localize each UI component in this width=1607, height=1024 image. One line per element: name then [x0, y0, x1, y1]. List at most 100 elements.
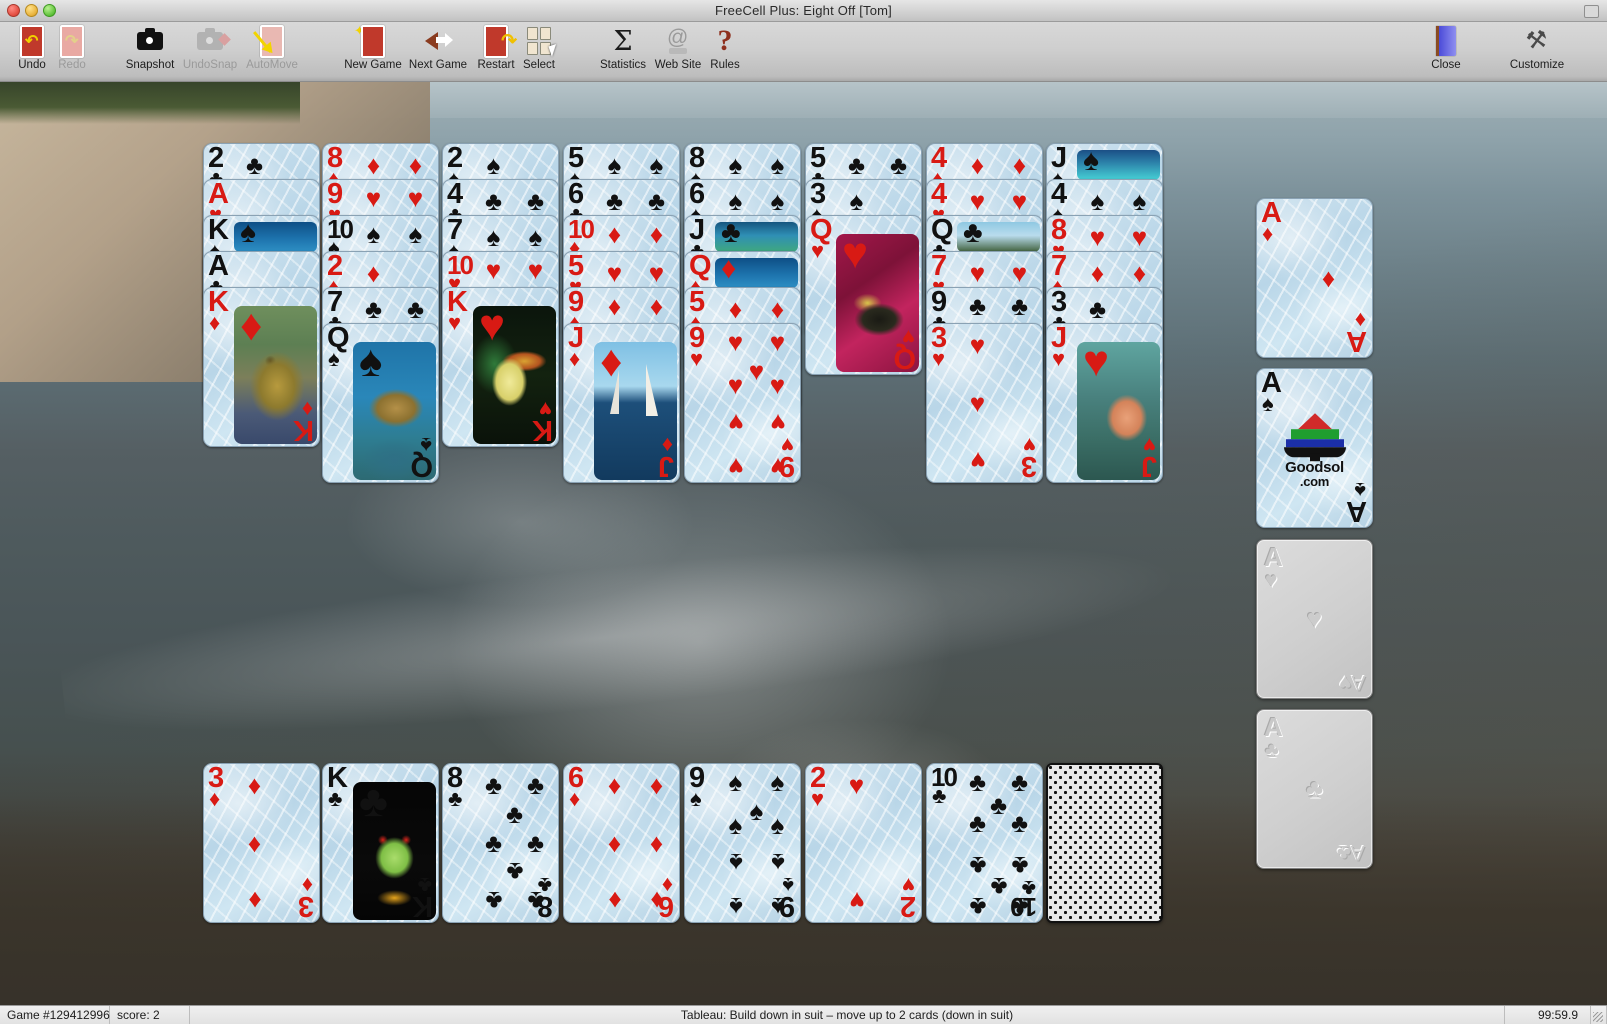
tableau-card-c5-6[interactable]: 9 ♥ ♥ ♥ ♥ ♥ ♥ ♥ ♥ ♥ ♥ 9 ♥ [684, 323, 801, 483]
resize-grip[interactable] [1591, 1005, 1607, 1024]
free-cell-8-empty[interactable] [1046, 763, 1163, 923]
card-pip: ♣ [605, 185, 624, 216]
foundation-pile-2[interactable]: A ♠ Goodsol .com A ♠ [1256, 368, 1373, 528]
card-corner-index: 6 ♦ [568, 763, 584, 811]
free-cell-4-card[interactable]: 6 ♦ ♦ ♦ ♦ ♦ ♦ ♦ 6 ♦ [563, 763, 680, 923]
foundation-pile-1[interactable]: A ♦ ♦ A ♦ [1256, 198, 1373, 358]
card-corner-index: J ♥ [1141, 433, 1157, 482]
card-pip: ♦ [728, 293, 743, 324]
card-corner-index: J ♦ [658, 433, 674, 482]
free-cell-5-card[interactable]: 9 ♠ ♠ ♠ ♠ ♠ ♠ ♠ ♠ ♠ ♠ 9 ♠ [684, 763, 801, 923]
toolbar-button-undosnap[interactable]: UndoSnap [178, 24, 242, 80]
tableau-card-c6-3[interactable]: Q ♥ ♥ Q ♥ [805, 215, 922, 375]
goodsol-logo: Goodsol .com [1278, 413, 1352, 489]
card-pip: ♣ [1010, 290, 1029, 321]
card-pip: ♣ [505, 798, 524, 829]
window-resize-button[interactable] [1584, 5, 1599, 18]
card-pip: ♣ [526, 769, 545, 800]
card-pip: ♦ [607, 828, 622, 858]
camera-icon [127, 24, 173, 58]
toolbar-button-new-game[interactable]: ✦ New Game [341, 24, 405, 80]
free-cell-6-card[interactable]: 2 ♥ ♥ ♥ 2 ♥ [805, 763, 922, 923]
card-center-pip: ♣ [359, 777, 388, 826]
card-pip: ♣ [968, 807, 987, 838]
card-corner-index: 9♥ [689, 323, 705, 371]
tableau-card-c1-5[interactable]: K ♦ ♦ K ♦ [203, 287, 320, 447]
card-corner-index: 6 ♦ [658, 873, 674, 922]
tableau-card-c7-6[interactable]: 3 ♥ ♥ ♥ ♥ 3 ♥ [926, 323, 1043, 483]
empty-slot-corner-icon: A♣ [1337, 841, 1365, 864]
card-pip: ♥ [365, 182, 382, 213]
card-corner-index: Q ♠ [411, 433, 433, 482]
toolbar-button-select[interactable]: Select [507, 24, 571, 80]
card-pip: ♣ [989, 790, 1008, 821]
card-pip: ♣ [484, 828, 503, 858]
free-cell-3-card[interactable]: 8 ♣ ♣ ♣ ♣ ♣ ♣ ♣ ♣ ♣ 8 ♣ [442, 763, 559, 923]
card-pip: ♦ [1090, 257, 1105, 288]
card-corner-index: 8 ♣ [537, 873, 553, 922]
card-pip: ♦ [607, 218, 622, 249]
card-corner-index: K ♥ [533, 397, 553, 446]
card-pip: ♥ [1011, 185, 1028, 216]
toolbar-button-redo[interactable]: ↷ Redo [40, 24, 104, 80]
toolbar-button-snapshot[interactable]: Snapshot [118, 24, 182, 80]
card-pip: ♣ [505, 857, 524, 888]
tableau-card-c8-6[interactable]: J ♥ ♥ J ♥ [1046, 323, 1163, 483]
toolbar-label-statistics: Statistics [599, 59, 646, 71]
window-title: FreeCell Plus: Eight Off [Tom] [715, 3, 892, 18]
card-pip: ♠ [408, 218, 423, 249]
window-title-bar: FreeCell Plus: Eight Off [Tom] [0, 0, 1607, 22]
card-center-pip: ♦ [600, 337, 623, 386]
free-cell-1-card[interactable]: 3 ♦ ♦ ♦ ♦ 3 ♦ [203, 763, 320, 923]
automove-arrow-icon [249, 24, 295, 58]
card-center-pip: ♣ [721, 216, 741, 249]
card-pip: ♥ [848, 886, 865, 917]
tableau-card-c2-6[interactable]: Q ♠ ♠ Q ♠ [322, 323, 439, 483]
card-center-pip: ♥ [842, 229, 869, 278]
card-pip: ♣ [968, 766, 987, 797]
card-corner-index: 9♥ [779, 433, 795, 482]
free-cell-2-card[interactable]: K ♣ ♣ K ♣ [322, 763, 439, 923]
toolbar-button-close[interactable]: Close [1414, 24, 1478, 80]
card-corner-index: A ♠ [1261, 368, 1282, 416]
card-pip: ♠ [728, 848, 743, 879]
tools-icon: ⚒ [1524, 25, 1550, 56]
card-corner-index: Q ♥ [894, 325, 916, 374]
toolbar-button-rules[interactable]: ? Rules [693, 24, 757, 80]
toolbar-label-new-game: New Game [344, 59, 402, 71]
card-pip: ♣ [484, 185, 503, 216]
game-table-background: 2♣♣♣A♥♥K♠♠A♣♣K♦♦K♦8♦♦♦♦♦♦♦♦♦9♥♥♥♥♥♥♥♥♥♥1… [0, 82, 1607, 1005]
toolbar-label-snapshot: Snapshot [125, 59, 175, 71]
card-pip: ♥ [485, 254, 502, 285]
card-corner-index: 2 ♥ [810, 763, 826, 811]
free-cell-7-card[interactable]: 10 ♣ ♣ ♣ ♣ ♣ ♣ ♣ ♣ ♣ ♣ ♣ 10 ♣ [926, 763, 1043, 923]
card-pip: ♥ [1131, 221, 1148, 252]
toolbar-button-customize[interactable]: ⚒ Customize [1505, 24, 1569, 80]
card-pip: ♣ [647, 185, 666, 216]
card-pip: ♥ [407, 182, 424, 213]
empty-slot-suit-icon: ♥ [1265, 569, 1278, 592]
card-pip: ♥ [748, 355, 765, 386]
status-score: score: 2 [110, 1005, 190, 1024]
tableau-card-c4-6[interactable]: J ♦ ♦ J ♦ [563, 323, 680, 483]
goodsol-spade-icon [1283, 413, 1346, 462]
card-pip: ♦ [649, 218, 664, 249]
card-corner-index: 8 ♣ [447, 763, 463, 811]
card-pip: ♣ [526, 828, 545, 858]
foundation-pile-3-empty[interactable]: A ♥ ♥ A♥ [1256, 539, 1373, 699]
card-pip: ♦ [970, 149, 985, 180]
toolbar-button-automove[interactable]: AutoMove [240, 24, 304, 80]
card-pip: ♣ [526, 185, 545, 216]
card-pip: ♦ [770, 293, 785, 324]
foundation-pile-4-empty[interactable]: A ♣ ♣ A♣ [1256, 709, 1373, 869]
card-pip: ♦ [247, 828, 262, 858]
toolbar-button-next-game[interactable]: Next Game [406, 24, 470, 80]
tableau-card-c3-5[interactable]: K ♥ ♥ K ♥ [442, 287, 559, 447]
empty-slot-rank: A [1264, 712, 1283, 742]
card-corner-index: 9 ♠ [779, 873, 795, 922]
status-bar: Game #129412996 score: 2 Tableau: Build … [0, 1005, 1607, 1024]
card-pip: ♠ [728, 185, 743, 216]
card-pip: ♥ [648, 257, 665, 288]
card-pip: ♣ [364, 293, 383, 324]
empty-slot-corner-icon: A♥ [1338, 671, 1365, 694]
